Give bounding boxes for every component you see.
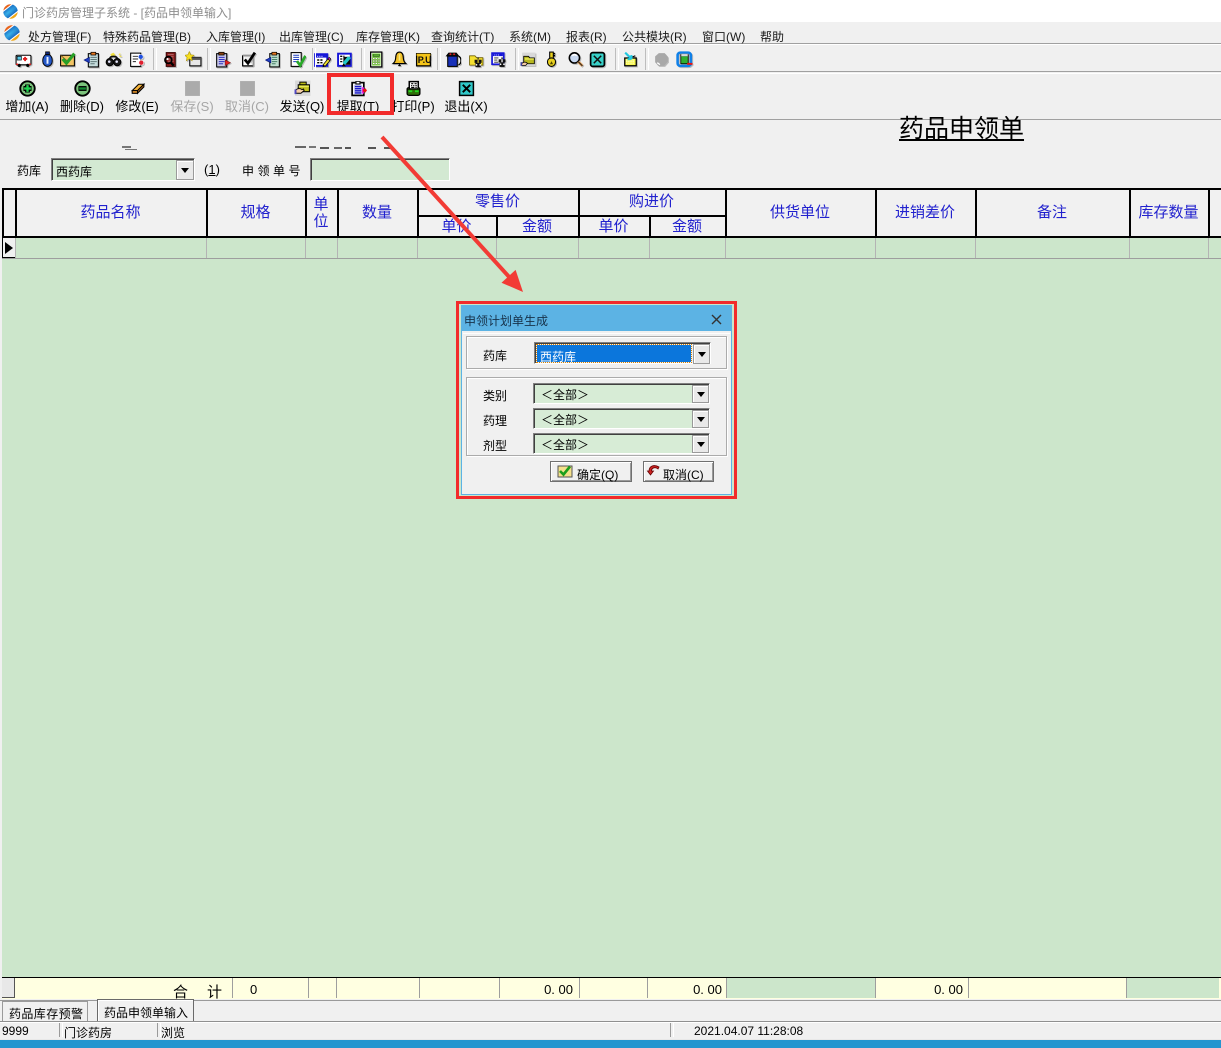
svg-text:P.U: P.U [418,55,432,65]
